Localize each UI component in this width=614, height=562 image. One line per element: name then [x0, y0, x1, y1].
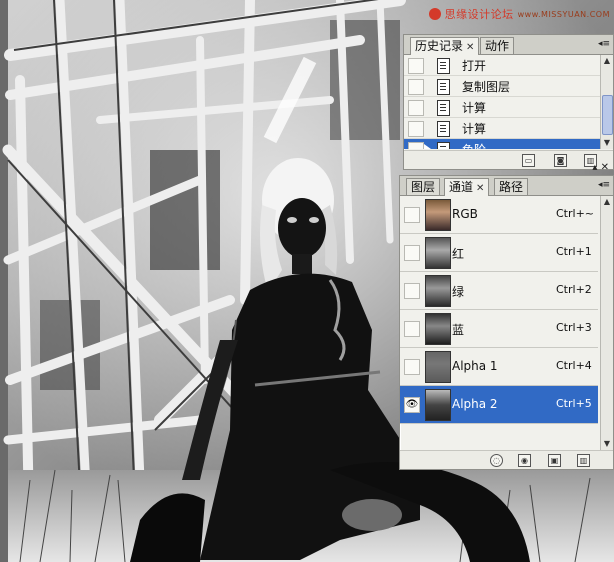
watermark: 思缘设计论坛 www.MISSYUAN.COM: [428, 6, 610, 22]
history-source-checkbox[interactable]: [408, 100, 424, 116]
tab-actions-label: 动作: [485, 39, 510, 53]
history-list: 打开 复制图层 计算 计算 色阶: [404, 55, 600, 149]
history-item-levels[interactable]: 色阶: [404, 139, 600, 149]
collapse-icon[interactable]: ▴ ✕: [592, 162, 609, 173]
history-item-label: 计算: [462, 122, 487, 136]
visibility-toggle[interactable]: [404, 359, 420, 375]
channel-thumbnail: [425, 313, 451, 345]
channel-row-rgb[interactable]: RGB Ctrl+~: [400, 196, 598, 234]
trash-icon[interactable]: ▥: [577, 454, 590, 467]
tab-paths-label: 路径: [499, 180, 524, 194]
tab-paths[interactable]: 路径: [494, 178, 529, 195]
visibility-toggle[interactable]: [404, 283, 420, 299]
channel-row-alpha-2[interactable]: 👁 Alpha 2 Ctrl+5: [400, 386, 598, 424]
watermark-site: www.MISSYUAN.COM: [517, 9, 610, 19]
channels-tabbar: 图层 通道 ✕ 路径 ◂≡: [400, 176, 613, 196]
history-item-label: 色阶: [462, 141, 486, 149]
channel-thumbnail: [425, 237, 451, 269]
channel-shortcut: Ctrl+4: [556, 359, 592, 372]
history-state-icon: [437, 58, 450, 74]
history-current-state-icon: [424, 144, 431, 149]
scroll-up-icon[interactable]: ▲: [601, 55, 613, 67]
history-item-label: 打开: [462, 59, 487, 73]
channel-shortcut: Ctrl+3: [556, 321, 592, 334]
save-selection-icon[interactable]: ◉: [518, 454, 531, 467]
history-item-duplicate-layer[interactable]: 复制图层: [404, 76, 600, 97]
tab-channels-label: 通道: [449, 180, 474, 194]
channel-shortcut: Ctrl+~: [556, 207, 595, 220]
history-source-checkbox[interactable]: [408, 142, 424, 149]
channels-scrollbar[interactable]: ▲ ▼: [600, 196, 613, 450]
watermark-text: 思缘设计论坛: [444, 8, 514, 21]
history-item-label: 复制图层: [462, 80, 511, 94]
scroll-up-icon[interactable]: ▲: [601, 196, 613, 208]
visibility-toggle[interactable]: 👁: [404, 397, 420, 413]
channel-name: Alpha 1: [452, 359, 498, 373]
channels-panel: 图层 通道 ✕ 路径 ◂≡ ▴ ✕ RGB Ctrl+~ 红 Ctrl+1 绿 C…: [399, 162, 614, 470]
channel-row-alpha-1[interactable]: Alpha 1 Ctrl+4: [400, 348, 598, 386]
channel-name: 红: [452, 247, 465, 261]
visibility-toggle[interactable]: [404, 245, 420, 261]
channel-thumbnail: [425, 389, 451, 421]
history-state-icon: [437, 100, 450, 116]
channel-thumbnail: [425, 351, 451, 383]
scroll-down-icon[interactable]: ▼: [601, 438, 613, 450]
camera-icon[interactable]: ◙: [554, 154, 567, 167]
new-snapshot-icon[interactable]: ▭: [522, 154, 535, 167]
channel-shortcut: Ctrl+2: [556, 283, 592, 296]
tab-history-label: 历史记录: [415, 39, 464, 53]
channel-row-green[interactable]: 绿 Ctrl+2: [400, 272, 598, 310]
history-scrollbar[interactable]: ▲ ▼: [600, 55, 613, 149]
scroll-down-icon[interactable]: ▼: [601, 137, 613, 149]
channel-shortcut: Ctrl+5: [556, 397, 592, 410]
history-source-checkbox[interactable]: [408, 79, 424, 95]
tab-channels[interactable]: 通道 ✕: [444, 178, 490, 196]
scroll-thumb[interactable]: [602, 95, 613, 135]
channel-row-blue[interactable]: 蓝 Ctrl+3: [400, 310, 598, 348]
history-footer: ▭ ◙ ▥: [404, 150, 613, 169]
history-source-checkbox[interactable]: [408, 58, 424, 74]
channel-thumbnail: [425, 275, 451, 307]
tab-actions[interactable]: 动作: [480, 37, 515, 54]
site-logo-icon: [428, 8, 441, 20]
close-icon[interactable]: ✕: [476, 183, 484, 194]
tab-layers-label: 图层: [411, 180, 436, 194]
history-state-icon: [437, 79, 450, 95]
close-icon[interactable]: ✕: [466, 42, 474, 53]
panel-menu-icon[interactable]: ◂≡: [598, 179, 610, 191]
channel-row-red[interactable]: 红 Ctrl+1: [400, 234, 598, 272]
channel-list: RGB Ctrl+~ 红 Ctrl+1 绿 Ctrl+2 蓝 Ctrl+3 Al…: [400, 196, 598, 442]
history-item-calculations-2[interactable]: 计算: [404, 118, 600, 139]
load-selection-icon[interactable]: ◌: [490, 454, 503, 467]
channel-name: 绿: [452, 285, 465, 299]
history-item-label: 计算: [462, 101, 487, 115]
history-state-icon: [437, 142, 450, 149]
history-state-icon: [437, 121, 450, 137]
panel-menu-icon[interactable]: ◂≡: [598, 38, 610, 50]
history-tabbar: 历史记录 ✕ 动作 ◂≡: [404, 35, 613, 55]
channel-thumbnail: [425, 199, 451, 231]
history-item-open[interactable]: 打开: [404, 55, 600, 76]
history-source-checkbox[interactable]: [408, 121, 424, 137]
tab-layers[interactable]: 图层: [406, 178, 441, 195]
channels-footer: ◌ ◉ ▣ ▥: [400, 450, 613, 469]
channel-shortcut: Ctrl+1: [556, 245, 592, 258]
visibility-toggle[interactable]: [404, 321, 420, 337]
history-panel: 历史记录 ✕ 动作 ◂≡ 打开 复制图层 计算 计算 ▲ ▼ ▭ ◙ ▥: [403, 34, 614, 170]
new-channel-icon[interactable]: ▣: [548, 454, 561, 467]
visibility-toggle[interactable]: [404, 207, 420, 223]
history-item-calculations-1[interactable]: 计算: [404, 97, 600, 118]
channel-name: Alpha 2: [452, 397, 498, 411]
channel-name: 蓝: [452, 323, 465, 337]
tab-history[interactable]: 历史记录 ✕: [410, 37, 480, 55]
channel-name: RGB: [452, 207, 478, 221]
